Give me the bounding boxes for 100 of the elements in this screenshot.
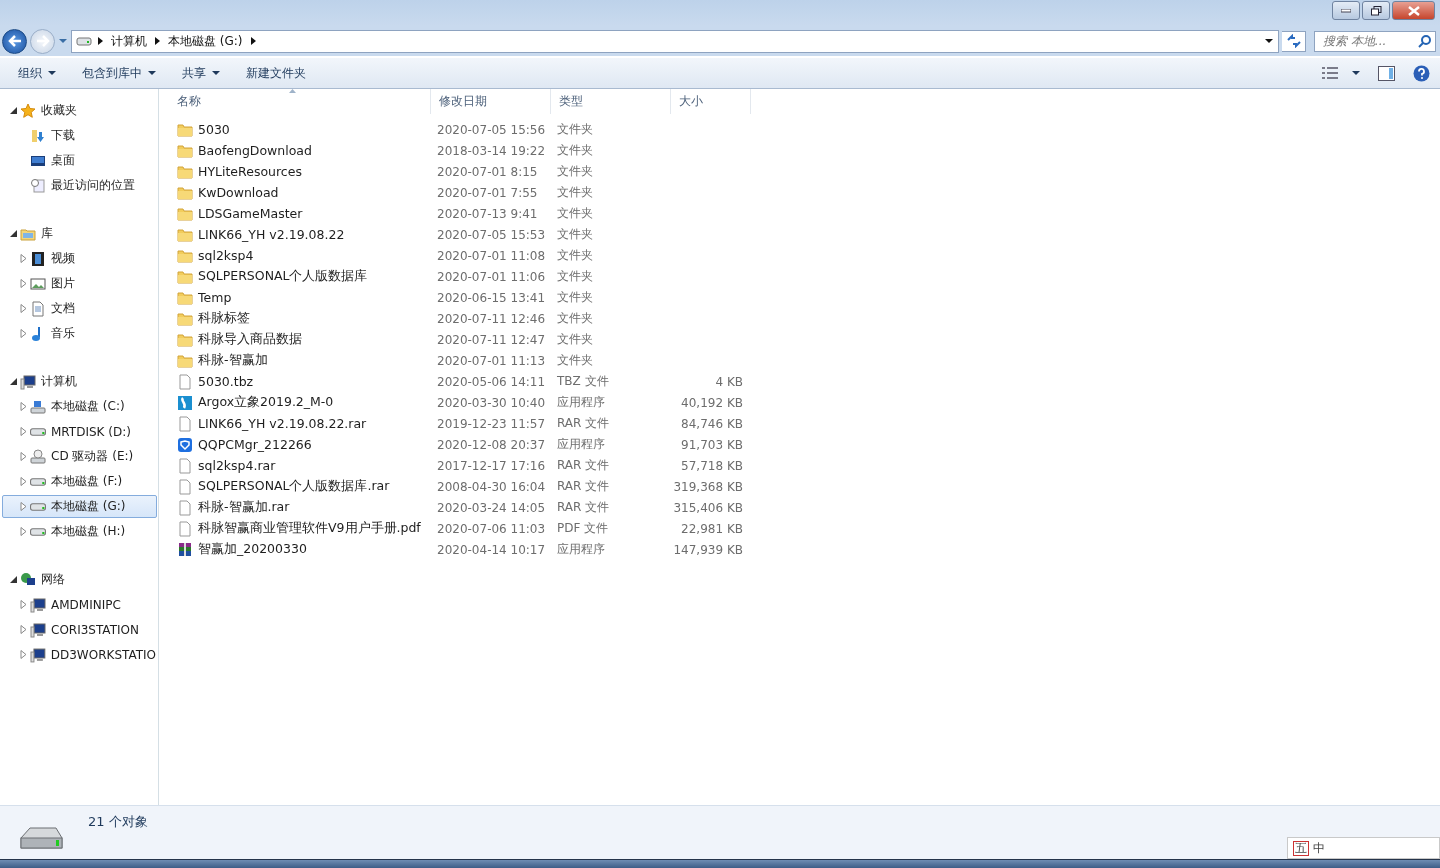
file-name[interactable]: Argox立象2019.2_M-0 bbox=[169, 394, 431, 411]
nav-item[interactable]: 图片 bbox=[2, 272, 157, 295]
collapsed-arrow-icon[interactable] bbox=[20, 452, 27, 461]
file-name[interactable]: sql2ksp4 bbox=[169, 247, 431, 264]
refresh-button[interactable] bbox=[1282, 30, 1306, 52]
nav-item[interactable]: AMDMINIPC bbox=[2, 593, 157, 616]
nav-item[interactable]: 本地磁盘 (C:) bbox=[2, 395, 157, 418]
date-cell-text: 2020-07-06 11:03 bbox=[436, 521, 547, 536]
close-icon bbox=[1407, 5, 1420, 16]
toolbar-button[interactable]: 包含到库中 bbox=[72, 60, 166, 86]
type-cell-text: 文件夹 bbox=[556, 352, 594, 369]
file-name[interactable]: 科脉-智赢加.rar bbox=[169, 499, 431, 516]
collapsed-arrow-icon[interactable] bbox=[20, 427, 27, 436]
nav-item[interactable]: 本地磁盘 (H:) bbox=[2, 520, 157, 543]
file-name[interactable]: LINK66_YH v2.19.08.22.rar bbox=[169, 415, 431, 432]
collapsed-arrow-icon[interactable] bbox=[20, 279, 27, 288]
expanded-arrow-icon[interactable] bbox=[10, 576, 17, 583]
expanded-arrow-icon[interactable] bbox=[10, 107, 17, 114]
file-name[interactable]: BaofengDownload bbox=[169, 142, 431, 159]
column-header[interactable]: 修改日期 bbox=[431, 89, 551, 114]
collapsed-arrow-icon[interactable] bbox=[20, 625, 27, 634]
collapsed-arrow-icon[interactable] bbox=[20, 402, 27, 411]
ime-mode[interactable]: 中 bbox=[1313, 839, 1325, 857]
type-cell-text: RAR 文件 bbox=[556, 457, 611, 474]
collapsed-arrow-icon[interactable] bbox=[20, 502, 27, 511]
toolbar-button[interactable]: 组织 bbox=[8, 60, 66, 86]
file-name[interactable]: 智赢加_20200330 bbox=[169, 541, 431, 558]
restore-button[interactable] bbox=[1362, 1, 1390, 20]
type-cell-text: 文件夹 bbox=[556, 142, 594, 159]
ime-bar[interactable]: 五 中 bbox=[1287, 837, 1440, 859]
help-icon bbox=[1413, 64, 1430, 82]
back-button[interactable] bbox=[2, 28, 27, 54]
folder-icon bbox=[177, 142, 193, 159]
type-cell-text: 文件夹 bbox=[556, 226, 594, 243]
ime-mode[interactable]: 五 bbox=[1293, 840, 1309, 856]
file-name[interactable]: 科脉-智赢加 bbox=[169, 352, 431, 369]
file-name[interactable]: LDSGameMaster bbox=[169, 205, 431, 222]
collapsed-arrow-icon[interactable] bbox=[20, 254, 27, 263]
minimize-icon bbox=[1341, 8, 1351, 13]
file-name[interactable]: SQLPERSONAL个人版数据库.rar bbox=[169, 478, 431, 495]
nav-item[interactable]: 本地磁盘 (G:) bbox=[2, 495, 157, 518]
file-name[interactable]: HYLiteResources bbox=[169, 163, 431, 180]
date-cell-text: 2020-07-05 15:53 bbox=[436, 227, 547, 242]
collapsed-arrow-icon[interactable] bbox=[20, 477, 27, 486]
nav-item[interactable]: MRTDISK (D:) bbox=[2, 420, 157, 443]
preview-pane-button[interactable] bbox=[1376, 63, 1397, 83]
nav-item[interactable]: CD 驱动器 (E:) bbox=[2, 445, 157, 468]
collapsed-arrow-icon[interactable] bbox=[20, 600, 27, 609]
collapsed-arrow-icon[interactable] bbox=[20, 527, 27, 536]
close-button[interactable] bbox=[1392, 1, 1435, 20]
file-name[interactable]: LINK66_YH v2.19.08.22 bbox=[169, 226, 431, 243]
type-cell-text: RAR 文件 bbox=[556, 415, 611, 432]
blank-file-icon bbox=[177, 520, 193, 537]
breadcrumb[interactable]: 本地磁盘 (G:) bbox=[166, 32, 245, 50]
folder-icon bbox=[177, 205, 193, 222]
cd-drive-icon bbox=[30, 448, 46, 465]
nav-item[interactable]: 音乐 bbox=[2, 322, 157, 345]
file-name[interactable]: QQPCMgr_212266 bbox=[169, 436, 431, 453]
date-cell-text: 2017-12-17 17:16 bbox=[436, 458, 547, 473]
column-header[interactable]: 名称 bbox=[169, 89, 431, 114]
view-options-button[interactable] bbox=[1320, 65, 1362, 81]
nav-item[interactable]: CORI3STATION bbox=[2, 618, 157, 641]
size-cell-text: 319,368 KB bbox=[672, 479, 744, 494]
collapsed-arrow-icon[interactable] bbox=[20, 304, 27, 313]
collapsed-arrow-icon[interactable] bbox=[20, 329, 27, 338]
file-name[interactable]: SQLPERSONAL个人版数据库 bbox=[169, 268, 431, 285]
toolbar-button[interactable]: 新建文件夹 bbox=[236, 60, 316, 86]
toolbar-button[interactable]: 共享 bbox=[172, 60, 230, 86]
file-name[interactable]: Temp bbox=[169, 289, 431, 306]
search-field[interactable]: 搜索 本地... bbox=[1314, 30, 1436, 52]
breadcrumb[interactable]: 计算机 bbox=[109, 32, 149, 50]
column-header[interactable]: 大小 bbox=[671, 89, 751, 114]
column-header[interactable]: 类型 bbox=[551, 89, 671, 114]
nav-item[interactable]: 最近访问的位置 bbox=[2, 174, 157, 197]
file-name[interactable]: 科脉智赢商业管理软件V9用户手册.pdf bbox=[169, 520, 431, 537]
network-globe-icon bbox=[20, 571, 36, 588]
nav-item[interactable]: 本地磁盘 (F:) bbox=[2, 470, 157, 493]
recent-places-icon bbox=[30, 177, 46, 194]
nav-item[interactable]: 文档 bbox=[2, 297, 157, 320]
nav-section[interactable]: 网络 bbox=[2, 568, 157, 591]
nav-section[interactable]: 库 bbox=[2, 222, 157, 245]
nav-item[interactable]: DD3WORKSTATIO bbox=[2, 643, 157, 666]
nav-section[interactable]: 计算机 bbox=[2, 370, 157, 393]
nav-item[interactable]: 桌面 bbox=[2, 149, 157, 172]
file-name[interactable]: 科脉标签 bbox=[169, 310, 431, 327]
collapsed-arrow-icon[interactable] bbox=[20, 650, 27, 659]
expanded-arrow-icon[interactable] bbox=[10, 378, 17, 385]
shield-app-icon bbox=[177, 436, 193, 453]
file-name[interactable]: sql2ksp4.rar bbox=[169, 457, 431, 474]
nav-section[interactable]: 收藏夹 bbox=[2, 99, 157, 122]
file-name[interactable]: KwDownload bbox=[169, 184, 431, 201]
expanded-arrow-icon[interactable] bbox=[10, 230, 17, 237]
address-bar[interactable]: 计算机 本地磁盘 (G:) bbox=[71, 29, 1279, 53]
nav-item[interactable]: 下载 bbox=[2, 124, 157, 147]
file-name[interactable]: 5030 bbox=[169, 121, 431, 138]
nav-item[interactable]: 视频 bbox=[2, 247, 157, 270]
file-name[interactable]: 科脉导入商品数据 bbox=[169, 331, 431, 348]
file-name[interactable]: 5030.tbz bbox=[169, 373, 431, 390]
type-cell-text: 应用程序 bbox=[556, 436, 606, 453]
folder-icon bbox=[177, 352, 193, 369]
